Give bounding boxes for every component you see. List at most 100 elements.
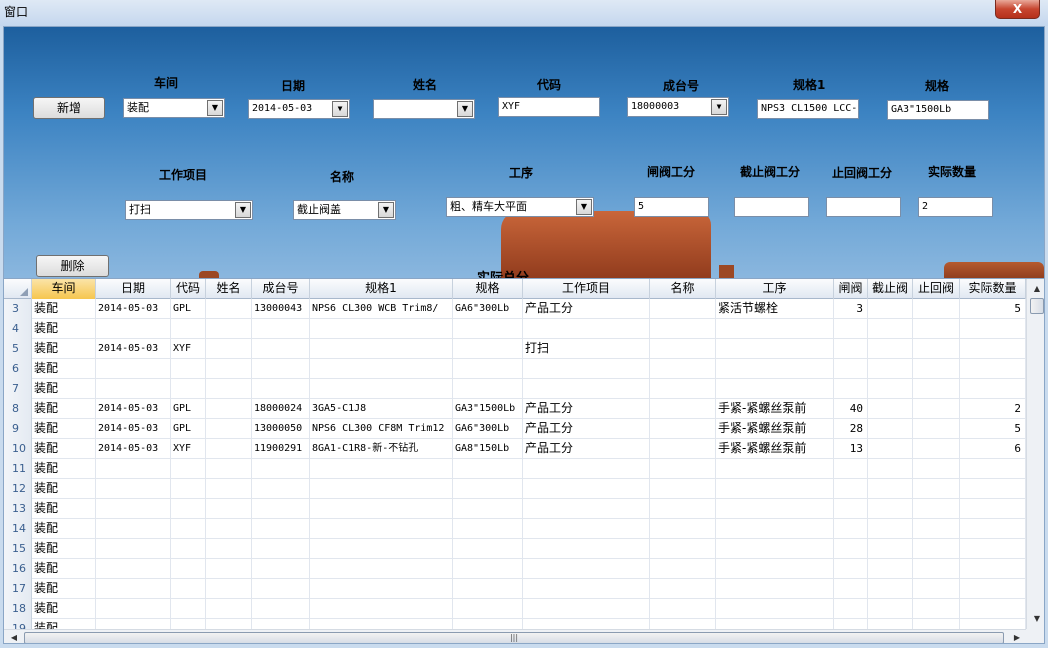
cell-spec1[interactable]	[310, 579, 453, 599]
cell-gate-valve[interactable]	[834, 599, 868, 619]
cell-part-name[interactable]	[650, 339, 716, 359]
cell-unit-no[interactable]: 13000043	[252, 299, 310, 319]
cell-process[interactable]	[716, 619, 834, 629]
cell-work-item[interactable]	[523, 479, 650, 499]
row-header[interactable]: 12	[4, 479, 32, 499]
workshop-combo[interactable]: 装配 ▼	[123, 98, 225, 118]
row-header[interactable]: 15	[4, 539, 32, 559]
cell-name[interactable]	[206, 479, 252, 499]
chevron-down-icon[interactable]: ▼	[457, 101, 473, 117]
cell-workshop[interactable]: 装配	[32, 539, 96, 559]
cell-unit-no[interactable]	[252, 539, 310, 559]
horizontal-scrollbar[interactable]: ◀ ||| ▶	[4, 629, 1026, 643]
cell-spec[interactable]	[453, 499, 523, 519]
table-row[interactable]: 3 装配 2014-05-03 GPL 13000043 NPS6 CL300 WCB T…	[4, 299, 1026, 319]
table-row[interactable]: 16 装配	[4, 559, 1026, 579]
cell-spec[interactable]: GA6"300Lb	[453, 419, 523, 439]
cell-globe-valve[interactable]	[868, 339, 913, 359]
column-header-actual-qty[interactable]: 实际数量	[960, 279, 1026, 299]
cell-actual-qty[interactable]	[960, 339, 1026, 359]
cell-name[interactable]	[206, 459, 252, 479]
cell-work-item[interactable]: 产品工分	[523, 299, 650, 319]
cell-workshop[interactable]: 装配	[32, 359, 96, 379]
row-header[interactable]: 7	[4, 379, 32, 399]
cell-actual-qty[interactable]	[960, 579, 1026, 599]
cell-date[interactable]: 2014-05-03	[96, 399, 171, 419]
close-button[interactable]: X	[995, 0, 1040, 19]
delete-button[interactable]: 删除	[36, 255, 109, 277]
cell-workshop[interactable]: 装配	[32, 559, 96, 579]
cell-work-item[interactable]: 产品工分	[523, 419, 650, 439]
cell-spec1[interactable]: NPS6 CL300 CF8M Trim12	[310, 419, 453, 439]
cell-part-name[interactable]	[650, 579, 716, 599]
cell-actual-qty[interactable]	[960, 359, 1026, 379]
cell-spec[interactable]	[453, 539, 523, 559]
cell-globe-valve[interactable]	[868, 399, 913, 419]
column-header-check-valve[interactable]: 止回阀	[913, 279, 960, 299]
cell-globe-valve[interactable]	[868, 539, 913, 559]
cell-process[interactable]	[716, 599, 834, 619]
cell-date[interactable]	[96, 499, 171, 519]
cell-gate-valve[interactable]	[834, 339, 868, 359]
cell-date[interactable]: 2014-05-03	[96, 439, 171, 459]
cell-code[interactable]: XYF	[171, 339, 206, 359]
row-header[interactable]: 3	[4, 299, 32, 319]
cell-actual-qty[interactable]: 2	[960, 399, 1026, 419]
cell-code[interactable]	[171, 319, 206, 339]
cell-gate-valve[interactable]	[834, 539, 868, 559]
cell-spec1[interactable]	[310, 599, 453, 619]
cell-check-valve[interactable]	[913, 619, 960, 629]
cell-process[interactable]	[716, 499, 834, 519]
cell-check-valve[interactable]	[913, 379, 960, 399]
cell-unit-no[interactable]: 18000024	[252, 399, 310, 419]
process-combo[interactable]: 粗、精车大平面 ▼	[446, 197, 594, 217]
cell-gate-valve[interactable]: 3	[834, 299, 868, 319]
cell-date[interactable]	[96, 379, 171, 399]
cell-part-name[interactable]	[650, 399, 716, 419]
chevron-down-icon[interactable]: ▼	[332, 101, 348, 117]
scroll-down-icon[interactable]: ▼	[1029, 611, 1044, 627]
table-row[interactable]: 18 装配	[4, 599, 1026, 619]
cell-workshop[interactable]: 装配	[32, 319, 96, 339]
cell-unit-no[interactable]: 11900291	[252, 439, 310, 459]
cell-actual-qty[interactable]: 6	[960, 439, 1026, 459]
cell-spec1[interactable]	[310, 539, 453, 559]
cell-spec[interactable]	[453, 519, 523, 539]
cell-work-item[interactable]	[523, 459, 650, 479]
cell-actual-qty[interactable]	[960, 619, 1026, 629]
cell-spec1[interactable]: 8GA1-C1R8-新-不钻孔	[310, 439, 453, 459]
cell-process[interactable]: 手紧-紧螺丝泵前	[716, 399, 834, 419]
cell-spec1[interactable]: 3GA5-C1J8	[310, 399, 453, 419]
cell-spec1[interactable]	[310, 499, 453, 519]
cell-process[interactable]: 手紧-紧螺丝泵前	[716, 419, 834, 439]
cell-spec[interactable]: GA8"150Lb	[453, 439, 523, 459]
cell-gate-valve[interactable]	[834, 559, 868, 579]
cell-check-valve[interactable]	[913, 319, 960, 339]
cell-name[interactable]	[206, 399, 252, 419]
cell-process[interactable]	[716, 459, 834, 479]
cell-name[interactable]	[206, 579, 252, 599]
cell-globe-valve[interactable]	[868, 459, 913, 479]
table-row[interactable]: 12 装配	[4, 479, 1026, 499]
cell-spec[interactable]	[453, 319, 523, 339]
cell-actual-qty[interactable]: 5	[960, 419, 1026, 439]
cell-check-valve[interactable]	[913, 499, 960, 519]
row-header[interactable]: 14	[4, 519, 32, 539]
cell-code[interactable]	[171, 479, 206, 499]
cell-part-name[interactable]	[650, 559, 716, 579]
cell-check-valve[interactable]	[913, 459, 960, 479]
cell-name[interactable]	[206, 599, 252, 619]
cell-process[interactable]	[716, 539, 834, 559]
cell-name[interactable]	[206, 339, 252, 359]
cell-part-name[interactable]	[650, 519, 716, 539]
gate-valve-hours-input[interactable]: 5	[634, 197, 709, 217]
cell-spec[interactable]	[453, 339, 523, 359]
cell-gate-valve[interactable]	[834, 359, 868, 379]
cell-name[interactable]	[206, 499, 252, 519]
cell-actual-qty[interactable]	[960, 559, 1026, 579]
cell-actual-qty[interactable]	[960, 499, 1026, 519]
cell-work-item[interactable]	[523, 359, 650, 379]
cell-unit-no[interactable]	[252, 359, 310, 379]
cell-code[interactable]	[171, 619, 206, 629]
cell-gate-valve[interactable]	[834, 619, 868, 629]
